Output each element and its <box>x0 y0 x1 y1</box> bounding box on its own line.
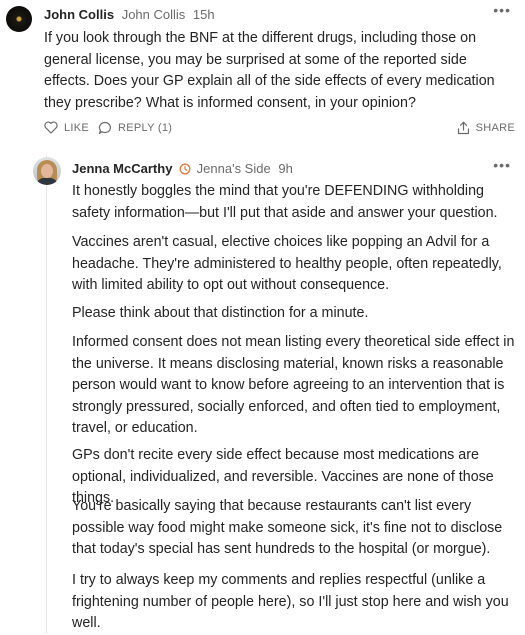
like-label: LIKE <box>64 121 90 134</box>
comment-body: If you look through the BNF at the diffe… <box>44 28 514 114</box>
author-handle[interactable]: John Collis <box>122 7 186 22</box>
like-button[interactable]: LIKE <box>44 121 89 134</box>
reply-paragraph: Informed consent does not mean listing e… <box>72 334 515 436</box>
heart-outline-icon <box>44 121 58 134</box>
reply-paragraph: It honestly boggles the mind that you're… <box>72 183 498 221</box>
avatar-face <box>41 164 53 178</box>
clock-badge-icon <box>179 163 191 175</box>
comment-header: John Collis John Collis 15h <box>44 7 215 22</box>
comment-actions: LIKE REPLY (1) SHARE <box>44 121 515 137</box>
avatar[interactable] <box>33 157 61 185</box>
thread-line <box>46 155 47 634</box>
reply-paragraph: I try to always keep my comments and rep… <box>72 572 509 631</box>
more-options-icon[interactable]: ••• <box>493 2 511 18</box>
reply-header: Jenna McCarthy Jenna's Side 9h <box>72 161 293 176</box>
reply-button[interactable]: REPLY (1) <box>98 121 172 135</box>
reply-paragraph: Vaccines aren't casual, elective choices… <box>72 234 502 293</box>
avatar[interactable] <box>6 6 32 32</box>
reply-label: REPLY (1) <box>118 122 173 134</box>
reply-paragraph: You're basically saying that because res… <box>72 498 503 557</box>
share-upload-icon <box>457 121 469 135</box>
reply-paragraph: Please think about that distinction for … <box>72 305 369 321</box>
timestamp[interactable]: 9h <box>278 161 292 176</box>
share-label: SHARE <box>475 122 515 134</box>
comment-text: If you look through the BNF at the diffe… <box>44 30 495 111</box>
author-handle[interactable]: Jenna's Side <box>197 161 271 176</box>
more-options-icon[interactable]: ••• <box>493 157 511 173</box>
share-button[interactable]: SHARE <box>457 121 515 135</box>
speech-bubble-icon <box>98 121 111 135</box>
author-name[interactable]: Jenna McCarthy <box>72 161 172 176</box>
timestamp[interactable]: 15h <box>193 7 215 22</box>
author-name[interactable]: John Collis <box>44 7 114 22</box>
avatar-shirt <box>36 178 58 185</box>
